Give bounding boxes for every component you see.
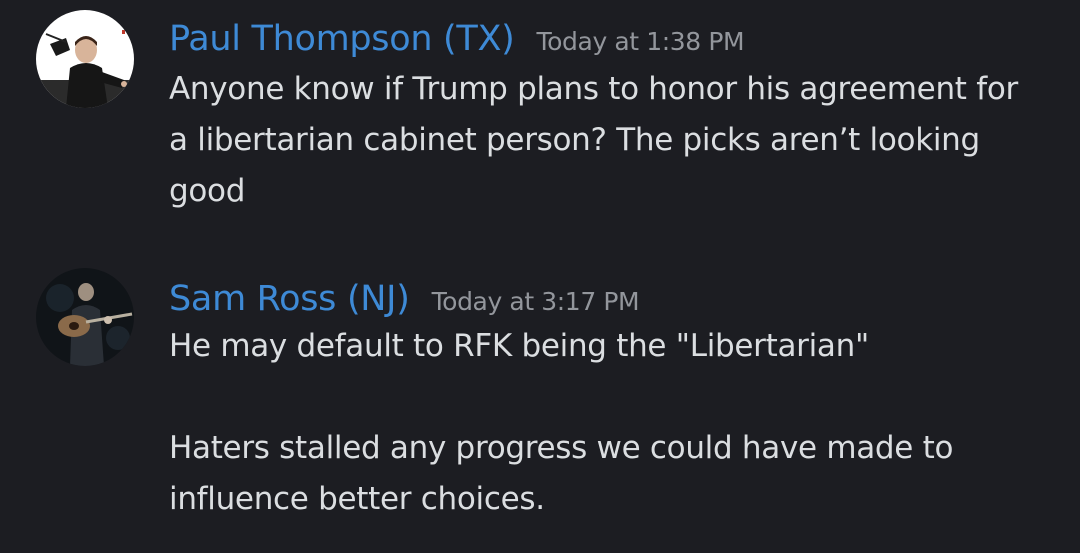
message-line: a libertarian cabinet person? The picks … xyxy=(169,122,980,158)
message-content: Paul Thompson (TX) Today at 1:38 PM Anyo… xyxy=(169,10,1049,217)
message-content: Sam Ross (NJ) Today at 3:17 PM He may de… xyxy=(169,268,1049,525)
message-header: Paul Thompson (TX) Today at 1:38 PM xyxy=(169,9,1049,69)
message-body: He may default to RFK being the "Liberta… xyxy=(169,321,1049,525)
username[interactable]: Sam Ross (NJ) xyxy=(169,269,410,329)
username[interactable]: Paul Thompson (TX) xyxy=(169,9,515,69)
message-line: influence better choices. xyxy=(169,481,545,517)
message-line: good xyxy=(169,173,246,209)
message-body: Anyone know if Trump plans to honor his … xyxy=(169,64,1049,217)
avatar-photo-guitarist xyxy=(36,268,134,366)
message-line: Haters stalled any progress we could hav… xyxy=(169,430,954,466)
avatar-photo-conductor xyxy=(36,10,134,108)
timestamp[interactable]: Today at 1:38 PM xyxy=(537,12,745,72)
avatar-sam-ross[interactable] xyxy=(36,268,134,366)
message-line: Anyone know if Trump plans to honor his … xyxy=(169,71,1018,107)
message-header: Sam Ross (NJ) Today at 3:17 PM xyxy=(169,269,1049,329)
message-line: He may default to RFK being the "Liberta… xyxy=(169,328,869,364)
avatar-paul-thompson[interactable] xyxy=(36,10,134,108)
